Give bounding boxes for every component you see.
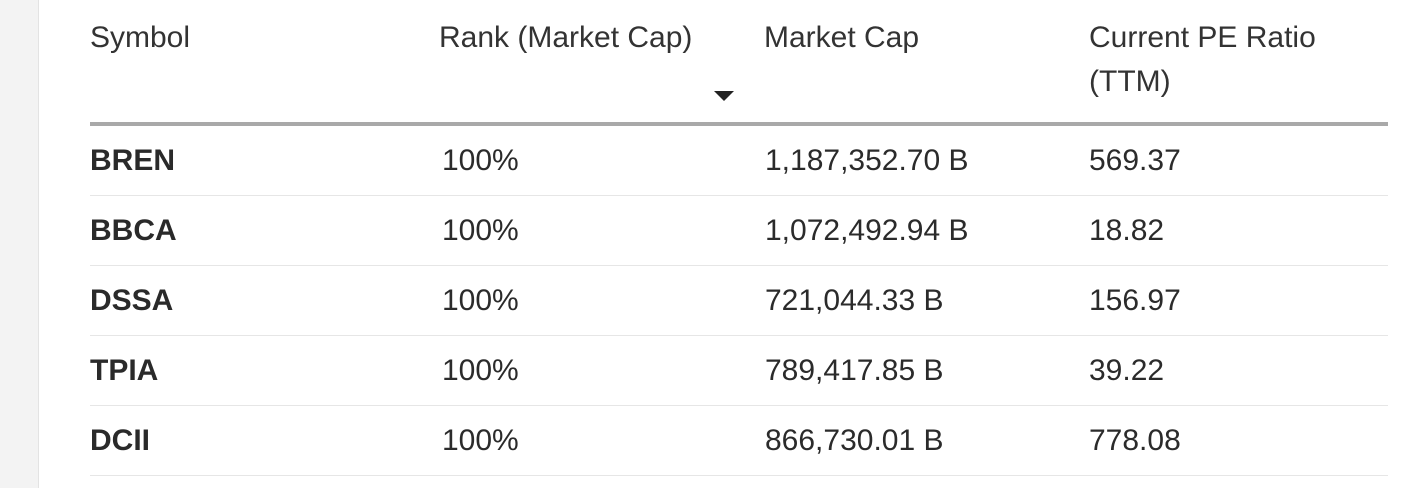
table-row[interactable]: TPIA 100% 789,417.85 B 39.22 — [90, 336, 1388, 406]
rank-cell: 100% — [442, 284, 519, 317]
left-gutter — [0, 0, 39, 488]
column-header-market-cap[interactable]: Market Cap — [764, 16, 1044, 60]
rank-cell: 100% — [442, 214, 519, 247]
pe-ratio-cell: 18.82 — [1089, 214, 1165, 247]
pe-ratio-cell: 156.97 — [1089, 284, 1181, 317]
column-header-symbol[interactable]: Symbol — [90, 16, 390, 60]
rank-cell: 100% — [442, 144, 519, 177]
symbol-cell[interactable]: DCII — [90, 406, 150, 475]
pe-ratio-cell: 39.22 — [1089, 354, 1165, 387]
column-header-pe-ratio[interactable]: Current PE Ratio (TTM) — [1089, 16, 1369, 104]
table-row[interactable]: BBCA 100% 1,072,492.94 B 18.82 — [90, 196, 1388, 266]
table-row[interactable]: DSSA 100% 721,044.33 B 156.97 — [90, 266, 1388, 336]
market-cap-cell: 789,417.85 B — [765, 354, 944, 387]
market-cap-cell: 866,730.01 B — [765, 424, 944, 457]
table-header: Symbol Rank (Market Cap) Market Cap Curr… — [90, 0, 1388, 126]
symbol-cell[interactable]: BBCA — [90, 196, 177, 265]
rank-cell: 100% — [442, 424, 519, 457]
stock-table: Symbol Rank (Market Cap) Market Cap Curr… — [90, 0, 1388, 476]
symbol-cell[interactable]: BREN — [90, 126, 175, 195]
caret-down-icon[interactable] — [714, 91, 734, 101]
market-cap-cell: 721,044.33 B — [765, 284, 944, 317]
market-cap-cell: 1,187,352.70 B — [765, 144, 969, 177]
table-row[interactable]: BREN 100% 1,187,352.70 B 569.37 — [90, 126, 1388, 196]
symbol-cell[interactable]: DSSA — [90, 266, 173, 335]
market-cap-cell: 1,072,492.94 B — [765, 214, 969, 247]
table-row[interactable]: DCII 100% 866,730.01 B 778.08 — [90, 406, 1388, 476]
symbol-cell[interactable]: TPIA — [90, 336, 158, 405]
pe-ratio-cell: 778.08 — [1089, 424, 1181, 457]
stock-table-panel: Symbol Rank (Market Cap) Market Cap Curr… — [39, 0, 1412, 488]
pe-ratio-cell: 569.37 — [1089, 144, 1181, 177]
rank-cell: 100% — [442, 354, 519, 387]
column-header-rank[interactable]: Rank (Market Cap) — [439, 16, 709, 60]
